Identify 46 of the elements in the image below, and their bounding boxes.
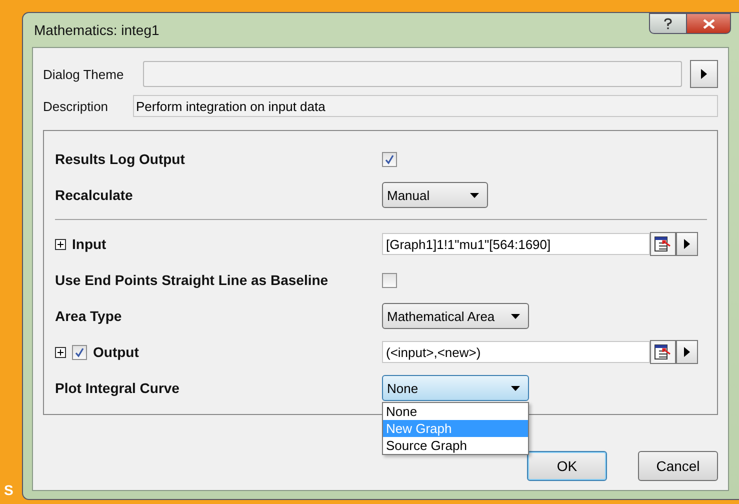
dropdown[interactable]: Mathematical Area — [382, 303, 529, 329]
description-label: Description — [43, 98, 110, 114]
background-letter: S — [4, 482, 14, 498]
setting-label: Input — [72, 236, 106, 252]
checkbox[interactable] — [382, 152, 397, 166]
caret-icon — [510, 314, 520, 318]
expand-icon[interactable] — [55, 238, 66, 250]
close-button[interactable] — [687, 13, 731, 34]
setting-label: Recalculate — [55, 187, 134, 203]
checkbox[interactable] — [72, 344, 87, 360]
setting-label: Area Type — [55, 308, 123, 324]
check-icon — [74, 346, 85, 358]
setting-label: Use End Points Straight Line as Baseline — [55, 272, 330, 288]
dialog-theme-label: Dialog Theme — [43, 66, 125, 82]
check-icon — [384, 154, 395, 164]
caret-icon — [470, 192, 479, 198]
setting-label: Plot Integral Curve — [55, 380, 180, 396]
worksheet-pointer-icon — [654, 236, 672, 252]
caret-icon — [511, 386, 520, 390]
dialog-button[interactable]: Cancel — [638, 451, 718, 481]
help-button[interactable] — [649, 13, 687, 34]
checkbox[interactable] — [382, 272, 397, 288]
expand-icon[interactable] — [55, 346, 66, 358]
dialog-button[interactable]: OK — [527, 451, 607, 481]
dropdown[interactable]: Manual — [382, 182, 488, 208]
select-range-button[interactable] — [650, 232, 676, 256]
dropdown-option[interactable]: None — [383, 403, 528, 420]
description-field: Perform integration on input data — [133, 95, 718, 117]
window-title: Mathematics: integ1 — [34, 22, 160, 38]
range-input-field[interactable]: [Graph1]1!1"mu1"[564:1690] — [382, 233, 650, 255]
theme-menu-button[interactable] — [690, 60, 718, 88]
dropdown[interactable]: None — [382, 375, 529, 401]
play-arrow-icon — [683, 238, 691, 250]
range-menu-button[interactable] — [676, 340, 698, 364]
setting-label: Results Log Output — [55, 151, 186, 167]
setting-label: Output — [93, 344, 139, 360]
select-range-button[interactable] — [650, 340, 676, 364]
dropdown-option[interactable]: Source Graph — [383, 437, 528, 454]
worksheet-pointer-icon — [654, 344, 672, 360]
close-icon — [702, 18, 714, 28]
range-input-field[interactable]: (<input>,<new>) — [382, 341, 650, 363]
play-arrow-icon — [700, 68, 708, 80]
dialog-theme-field[interactable] — [143, 61, 682, 87]
range-menu-button[interactable] — [676, 232, 698, 256]
question-mark-icon — [663, 18, 673, 30]
play-arrow-icon — [683, 346, 691, 358]
